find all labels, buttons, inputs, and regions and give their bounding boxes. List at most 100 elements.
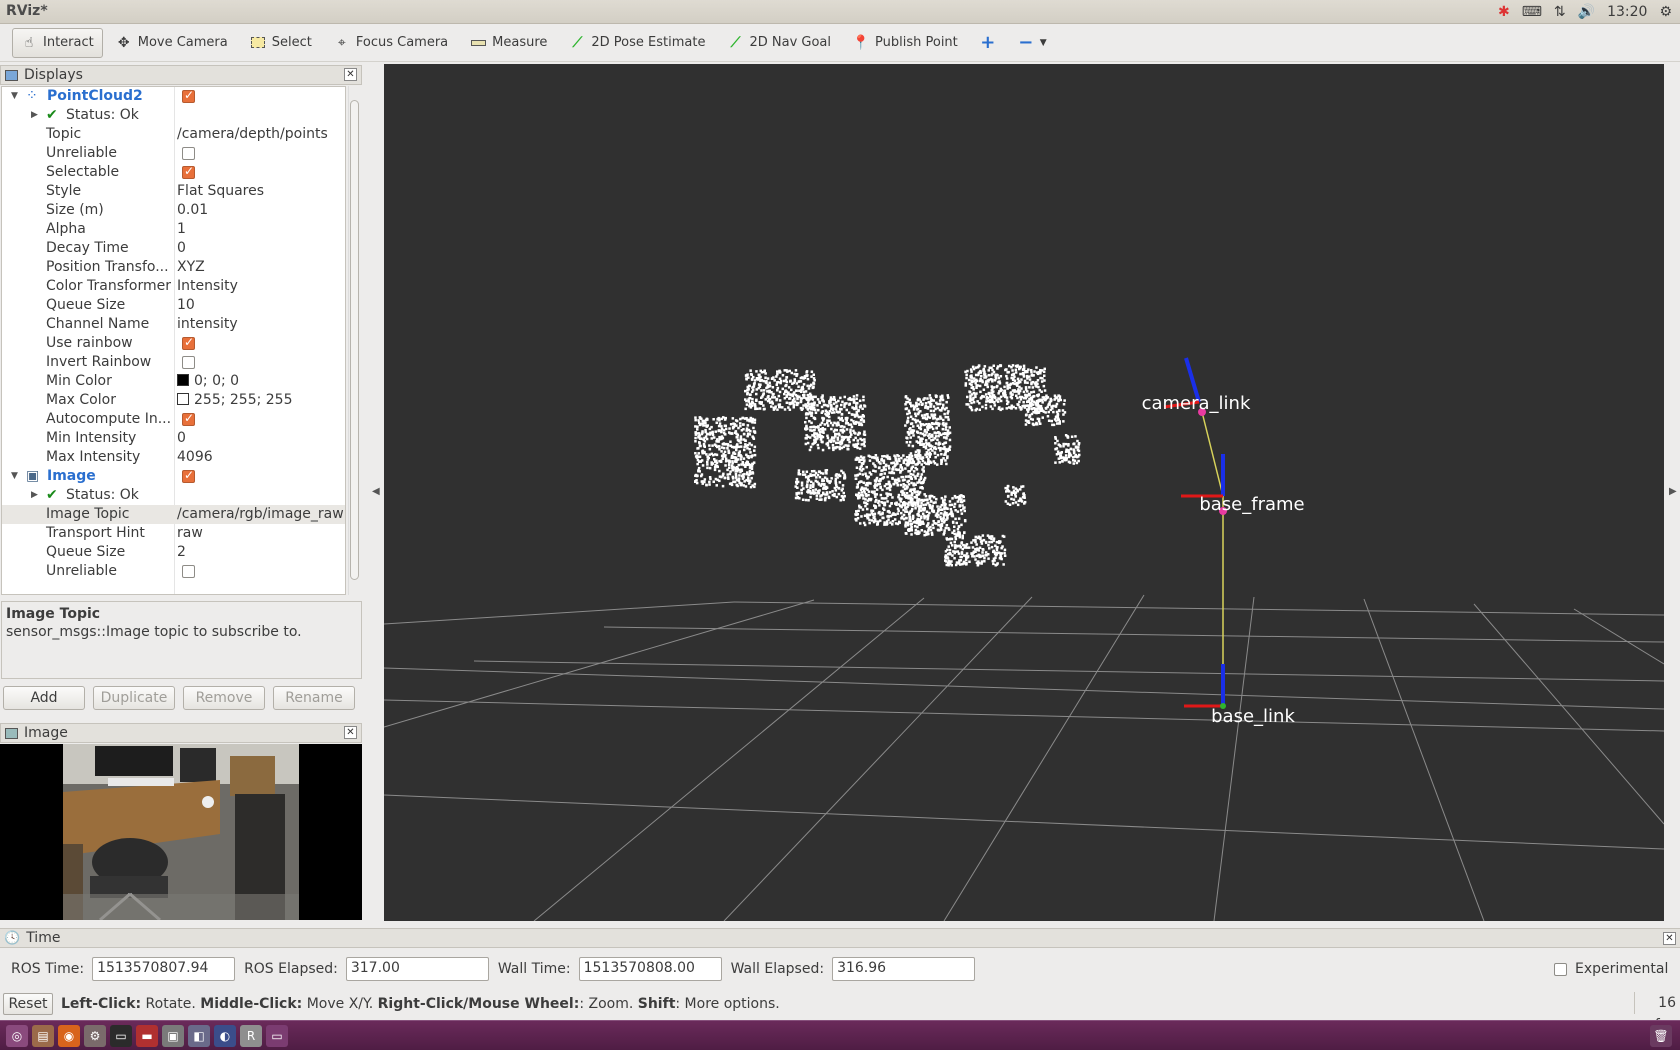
tool-focus-camera[interactable]: ⌖ Focus Camera xyxy=(325,28,457,58)
tool-2d-pose-estimate[interactable]: ⟋ 2D Pose Estimate xyxy=(560,28,714,58)
tool-select[interactable]: Select xyxy=(241,28,321,58)
status-row[interactable]: ▶ ✔ Status: Ok xyxy=(2,486,345,505)
property-row[interactable]: Use rainbow xyxy=(2,334,345,353)
property-row[interactable]: Topic/camera/depth/points xyxy=(2,125,345,144)
clock[interactable]: 13:20 xyxy=(1607,4,1647,20)
ros-time-field[interactable]: 1513570807.94 xyxy=(92,957,236,981)
property-row[interactable]: Color Transformer Intensity xyxy=(2,277,345,296)
cloud-point xyxy=(921,437,924,440)
rename-button[interactable]: Rename xyxy=(273,686,355,710)
scene-canvas[interactable]: camera_link base_frame base_link xyxy=(384,64,1664,921)
property-row[interactable]: Position Transfo... XYZ xyxy=(2,258,345,277)
tool-interact[interactable]: ☝ Interact xyxy=(12,27,103,58)
cloud-point xyxy=(809,495,812,499)
status-row[interactable]: ▶ ✔ Status: Ok xyxy=(2,106,345,125)
property-row[interactable]: Max Intensity 4096 xyxy=(2,448,345,467)
terminal-icon[interactable]: ▭ xyxy=(110,1024,132,1047)
property-row[interactable]: Decay Time 0 xyxy=(2,239,345,258)
network-icon[interactable]: ⇅ xyxy=(1554,4,1566,20)
tool-move-camera[interactable]: ✥ Move Camera xyxy=(107,28,237,58)
presentation-icon[interactable]: ▬ xyxy=(136,1024,158,1047)
property-row[interactable]: Unreliable xyxy=(2,144,345,163)
rviz-icon[interactable]: R xyxy=(240,1024,262,1047)
files-icon[interactable]: ▤ xyxy=(32,1024,54,1047)
tool-2d-nav-goal[interactable]: ⟋ 2D Nav Goal xyxy=(718,28,840,58)
property-row[interactable]: Queue Size 10 xyxy=(2,296,345,315)
property-row[interactable]: Selectable xyxy=(2,163,345,182)
cloud-point xyxy=(718,460,721,463)
property-row[interactable]: Min Color 0; 0; 0 xyxy=(2,372,345,391)
cloud-point xyxy=(808,420,811,423)
close-icon[interactable]: ✕ xyxy=(1663,932,1676,945)
cloud-point xyxy=(845,428,849,431)
cloud-point xyxy=(810,383,813,387)
cloud-point xyxy=(1050,398,1053,402)
wall-time-field[interactable]: 1513570808.00 xyxy=(578,957,722,981)
gear-icon[interactable]: ⚙ xyxy=(1659,4,1672,20)
property-checkbox[interactable] xyxy=(182,335,195,350)
property-checkbox[interactable] xyxy=(182,411,195,426)
duplicate-button[interactable]: Duplicate xyxy=(93,686,175,710)
display-image[interactable]: ▼ ▣ Image xyxy=(2,467,345,486)
camera-image-view[interactable] xyxy=(0,744,362,922)
property-checkbox[interactable] xyxy=(182,164,195,179)
ros-elapsed-field[interactable]: 317.00 xyxy=(345,957,489,981)
media-icon[interactable]: ▣ xyxy=(162,1024,184,1047)
property-row[interactable]: Style Flat Squares xyxy=(2,182,345,201)
property-row[interactable]: Size (m) 0.01 xyxy=(2,201,345,220)
cloud-point xyxy=(849,431,852,434)
add-button[interactable]: Add xyxy=(3,686,85,710)
property-row[interactable]: Invert Rainbow xyxy=(2,353,345,372)
property-checkbox[interactable] xyxy=(182,356,195,369)
viewer-icon[interactable]: ◧ xyxy=(188,1024,210,1047)
remove-tool-button[interactable]: − ▼ xyxy=(1009,28,1056,58)
property-row[interactable]: Max Color 255; 255; 255 xyxy=(2,391,345,410)
display-pointcloud[interactable]: ▼ ⁘ PointCloud2 xyxy=(2,87,345,106)
remove-button[interactable]: Remove xyxy=(183,686,265,710)
cloud-point xyxy=(701,464,705,467)
trash-icon[interactable]: 🗑 xyxy=(1650,1024,1672,1047)
property-row[interactable]: Unreliable xyxy=(2,562,345,581)
cloud-point xyxy=(1043,389,1047,392)
ubuntu-icon[interactable]: ◎ xyxy=(6,1024,28,1047)
property-checkbox[interactable] xyxy=(182,147,195,160)
property-row[interactable]: Min Intensity 0 xyxy=(2,429,345,448)
collapse-left-icon[interactable]: ◀ xyxy=(372,486,380,497)
close-icon[interactable]: ✕ xyxy=(344,68,357,81)
cloud-point xyxy=(957,552,961,555)
enabled-checkbox[interactable] xyxy=(182,468,195,483)
property-row[interactable]: Transport Hint raw xyxy=(2,524,345,543)
property-row[interactable]: Image Topic/camera/rgb/image_raw xyxy=(2,505,345,524)
property-checkbox[interactable] xyxy=(182,565,195,578)
experimental-checkbox[interactable]: Experimental xyxy=(1554,961,1668,977)
cloud-point xyxy=(746,388,749,392)
workspace-icon[interactable]: ▭ xyxy=(266,1024,288,1047)
property-row[interactable]: Autocompute In... xyxy=(2,410,345,429)
wall-elapsed-field[interactable]: 316.96 xyxy=(832,957,976,981)
tool-publish-point[interactable]: 📍 Publish Point xyxy=(844,28,967,58)
cloud-point xyxy=(926,428,930,431)
cloud-point xyxy=(991,372,994,376)
property-row[interactable]: Alpha 1 xyxy=(2,220,345,239)
scrollbar-thumb[interactable] xyxy=(350,100,359,580)
reset-button[interactable]: Reset xyxy=(3,993,53,1015)
enabled-checkbox[interactable] xyxy=(182,88,195,103)
render-viewport[interactable]: camera_link base_frame base_link xyxy=(384,64,1664,921)
checkbox[interactable] xyxy=(1554,962,1567,976)
cloud-point xyxy=(740,455,743,458)
tool-measure[interactable]: Measure xyxy=(461,28,556,58)
eclipse-icon[interactable]: ◐ xyxy=(214,1024,236,1047)
keyboard-icon[interactable]: ⌨ xyxy=(1522,4,1542,20)
property-row[interactable]: Queue Size 2 xyxy=(2,543,345,562)
close-icon[interactable]: ✕ xyxy=(344,726,357,739)
volume-icon[interactable]: 🔊 xyxy=(1578,4,1595,20)
firefox-icon[interactable]: ◉ xyxy=(58,1024,80,1047)
settings-icon[interactable]: ⚙ xyxy=(84,1024,106,1047)
cloud-point xyxy=(1047,419,1051,422)
add-tool-button[interactable]: + xyxy=(971,28,1005,58)
property-description: Image Topic sensor_msgs::Image topic to … xyxy=(1,601,362,679)
collapse-right-icon[interactable]: ▶ xyxy=(1669,486,1677,497)
tree-scrollbar[interactable] xyxy=(348,86,360,595)
dropbox-icon[interactable]: ✱ xyxy=(1498,4,1510,20)
property-row[interactable]: Channel Name intensity xyxy=(2,315,345,334)
